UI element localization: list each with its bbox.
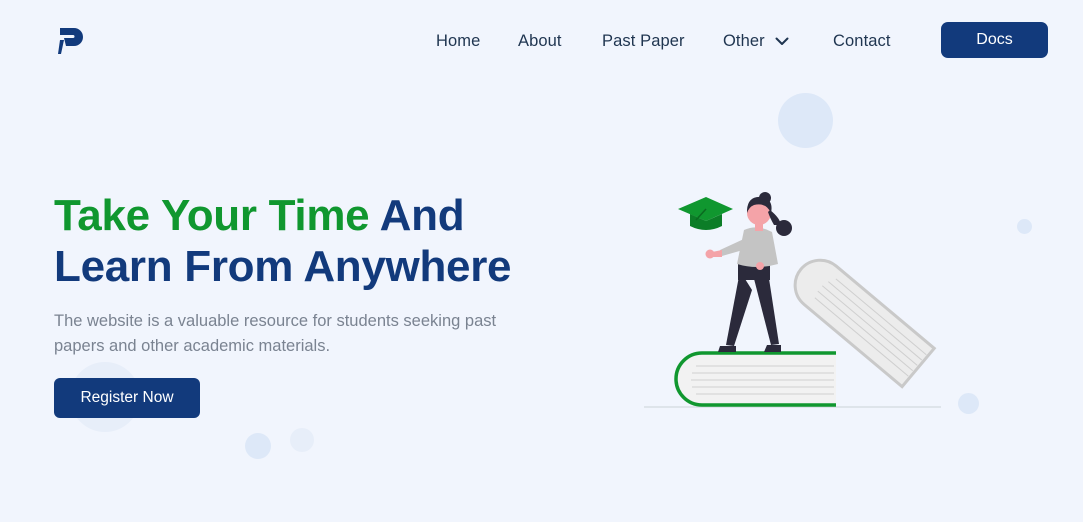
decorative-circle [778,93,833,148]
hero-title-blue-1: And [379,191,465,240]
decorative-circle [1017,219,1032,234]
register-now-label: Register Now [80,389,174,406]
nav-about[interactable]: About [518,29,562,53]
hero-title-green: Take Your Time [54,191,370,240]
nav-past-paper[interactable]: Past Paper [602,29,685,53]
nav-other[interactable]: Other [723,29,789,53]
register-now-button[interactable]: Register Now [54,378,200,418]
docs-button[interactable]: Docs [941,22,1048,58]
chevron-down-icon [775,37,789,45]
nav-contact-label: Contact [833,32,891,50]
decorative-circle [958,393,979,414]
decorative-circle [245,433,271,459]
docs-button-label: Docs [976,31,1013,48]
nav-home[interactable]: Home [436,29,480,53]
site-header: Home About Past Paper Other Contact Docs [0,0,1083,82]
logo-p-icon[interactable] [56,26,88,56]
nav-other-label: Other [723,32,765,50]
hero-title-blue-2: Learn From Anywhere [54,242,512,291]
nav-past-paper-label: Past Paper [602,32,685,50]
hero-description: The website is a valuable resource for s… [54,312,497,355]
student-on-books-illustration [640,180,950,415]
decorative-circle [290,428,314,452]
nav-contact[interactable]: Contact [833,29,891,53]
hero-title: Take Your Time And Learn From Anywhere [54,190,512,292]
nav-about-label: About [518,32,562,50]
nav-home-label: Home [436,32,481,50]
